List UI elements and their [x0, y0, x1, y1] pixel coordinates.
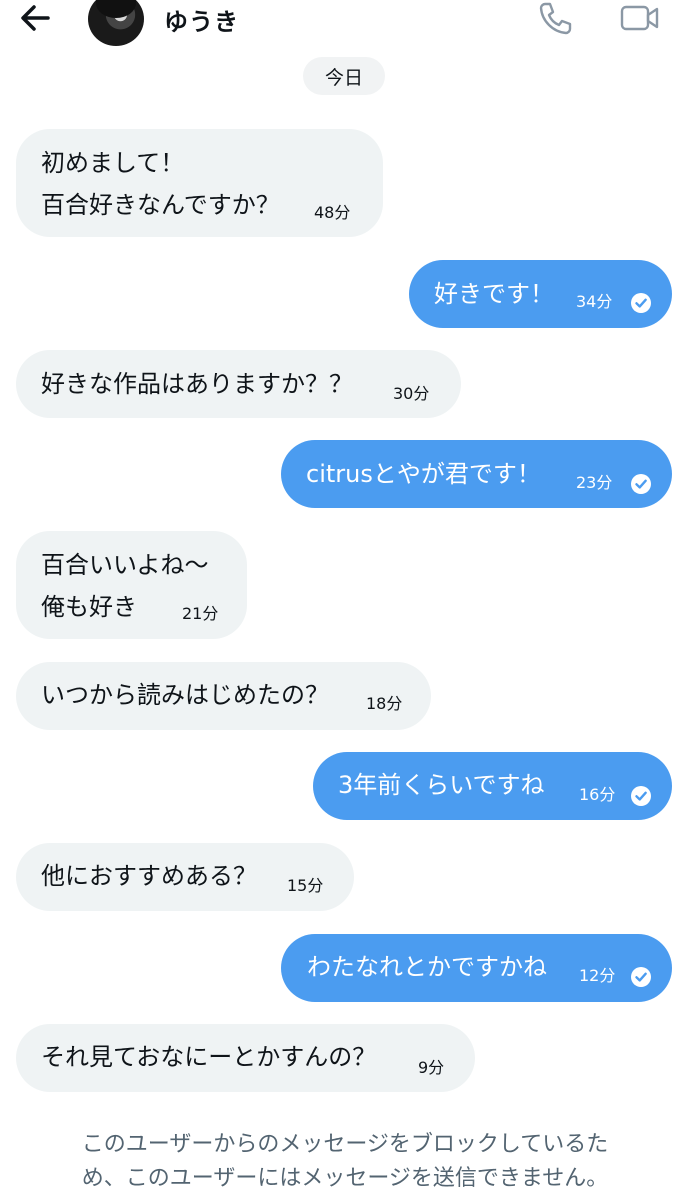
incoming-message[interactable]: 初めまして！ 百合好きなんですか？ 48分	[16, 129, 383, 237]
incoming-message[interactable]: いつから読みはじめたの？ 18分	[16, 662, 431, 730]
date-separator: 今日	[303, 57, 385, 95]
message-text: 3年前くらいですね	[338, 771, 545, 799]
message-text: 好きです！	[434, 280, 554, 308]
blocked-notice: このユーザーからのメッセージをブロックしているた め、このユーザーにはメッセージ…	[81, 1132, 609, 1191]
message-timestamp: 9分	[418, 1058, 445, 1077]
message-text: citrusとやが君です！	[306, 460, 541, 488]
video-camera-icon[interactable]	[620, 2, 660, 34]
message-timestamp: 18分	[366, 694, 403, 713]
outgoing-message[interactable]: 好きです！ 34分	[409, 260, 672, 328]
message-timestamp: 34分	[576, 292, 613, 311]
message-text: わたなれとかですかね	[307, 953, 547, 981]
message-timestamp: 15分	[287, 876, 324, 895]
message-timestamp: 12分	[579, 966, 616, 985]
message-timestamp: 16分	[579, 785, 616, 804]
message-timestamp: 21分	[182, 604, 219, 623]
outgoing-message[interactable]: citrusとやが君です！ 23分	[281, 440, 672, 508]
message-timestamp: 23分	[576, 473, 613, 492]
read-check-icon	[631, 293, 651, 313]
avatar[interactable]	[88, 0, 144, 46]
message-text: 他におすすめある？	[41, 862, 257, 890]
read-check-icon	[631, 786, 651, 806]
incoming-message[interactable]: 百合いいよね〜 俺も好き 21分	[16, 531, 247, 639]
outgoing-message[interactable]: わたなれとかですかね 12分	[281, 934, 672, 1002]
back-arrow-icon[interactable]	[14, 0, 58, 40]
conversation-header: ゆうき	[0, 0, 688, 46]
incoming-message[interactable]: 他におすすめある？ 15分	[16, 843, 354, 911]
read-check-icon	[631, 474, 651, 494]
message-text: それ見ておなにーとかすんの？	[41, 1043, 377, 1071]
message-text: 初めまして！ 百合好きなんですか？	[41, 149, 280, 219]
read-check-icon	[631, 967, 651, 987]
message-timestamp: 48分	[314, 203, 351, 222]
phone-icon[interactable]	[536, 0, 574, 36]
outgoing-message[interactable]: 3年前くらいですね 16分	[313, 752, 672, 820]
conversation-username[interactable]: ゆうき	[164, 2, 239, 37]
message-text: いつから読みはじめたの？	[41, 681, 329, 709]
message-timestamp: 30分	[393, 384, 430, 403]
incoming-message[interactable]: それ見ておなにーとかすんの？ 9分	[16, 1024, 475, 1092]
message-text: 好きな作品はありますか？？	[41, 370, 353, 398]
incoming-message[interactable]: 好きな作品はありますか？？ 30分	[16, 350, 461, 418]
